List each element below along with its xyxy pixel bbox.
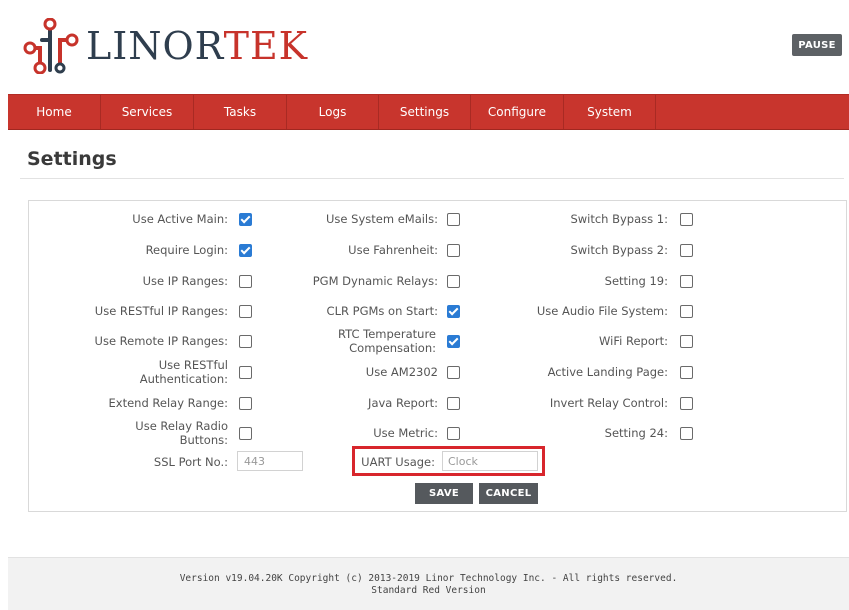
checkbox-setting-19[interactable] bbox=[680, 275, 693, 288]
checkbox-use-ip-ranges[interactable] bbox=[239, 275, 252, 288]
checkbox-active-landing-page[interactable] bbox=[680, 366, 693, 379]
checkbox-use-restful-authentication[interactable] bbox=[239, 366, 252, 379]
checkbox-use-system-emails[interactable] bbox=[447, 213, 460, 226]
brand-part-1: LINOR bbox=[86, 24, 224, 68]
checkbox-wifi-report[interactable] bbox=[680, 335, 693, 348]
nav-services[interactable]: Services bbox=[101, 95, 194, 129]
setting-label: Use Metric: bbox=[373, 426, 438, 440]
cancel-button[interactable]: CANCEL bbox=[479, 483, 538, 504]
nav-settings[interactable]: Settings bbox=[379, 95, 471, 129]
checkbox-use-restful-ip-ranges[interactable] bbox=[239, 305, 252, 318]
setting-label: Use System eMails: bbox=[326, 212, 438, 226]
checkbox-use-remote-ip-ranges[interactable] bbox=[239, 335, 252, 348]
setting-label: WiFi Report: bbox=[599, 334, 668, 348]
checkbox-rtc-temperature-compensation[interactable] bbox=[447, 335, 460, 348]
setting-label: PGM Dynamic Relays: bbox=[312, 274, 438, 288]
setting-label: Use IP Ranges: bbox=[142, 274, 228, 288]
setting-label: Use Active Main: bbox=[132, 212, 228, 226]
checkbox-require-login[interactable] bbox=[239, 244, 252, 257]
ssl-port-label: SSL Port No.: bbox=[153, 455, 228, 469]
setting-label: Use RESTful Authentication: bbox=[139, 358, 228, 386]
checkbox-use-fahrenheit[interactable] bbox=[447, 244, 460, 257]
checkbox-use-metric[interactable] bbox=[447, 427, 460, 440]
setting-label: Setting 19: bbox=[604, 274, 668, 288]
setting-label: Use Audio File System: bbox=[536, 304, 668, 318]
setting-label: Invert Relay Control: bbox=[549, 396, 668, 410]
setting-label: Java Report: bbox=[368, 396, 438, 410]
checkbox-invert-relay-control[interactable] bbox=[680, 397, 693, 410]
checkbox-java-report[interactable] bbox=[447, 397, 460, 410]
ssl-port-input[interactable] bbox=[237, 451, 303, 471]
setting-label: Setting 24: bbox=[604, 426, 668, 440]
footer-version: Standard Red Version bbox=[371, 585, 486, 596]
setting-label: RTC Temperature Compensation: bbox=[337, 327, 436, 355]
save-button[interactable]: SAVE bbox=[415, 483, 473, 504]
setting-label: Use RESTful IP Ranges: bbox=[94, 304, 228, 318]
setting-label: Extend Relay Range: bbox=[108, 396, 228, 410]
brand-name: LINORTEK bbox=[86, 27, 308, 65]
setting-label: Active Landing Page: bbox=[547, 365, 668, 379]
checkbox-use-am2302[interactable] bbox=[447, 366, 460, 379]
setting-label: Switch Bypass 1: bbox=[570, 212, 668, 226]
nav-tasks[interactable]: Tasks bbox=[194, 95, 287, 129]
checkbox-setting-24[interactable] bbox=[680, 427, 693, 440]
checkbox-switch-bypass-1[interactable] bbox=[680, 213, 693, 226]
setting-label: Use Relay Radio Buttons: bbox=[135, 419, 228, 447]
checkbox-pgm-dynamic-relays[interactable] bbox=[447, 275, 460, 288]
nav-configure[interactable]: Configure bbox=[471, 95, 564, 129]
divider bbox=[20, 178, 844, 179]
setting-label: Use Fahrenheit: bbox=[348, 243, 438, 257]
nav-home[interactable]: Home bbox=[8, 95, 101, 129]
checkbox-extend-relay-range[interactable] bbox=[239, 397, 252, 410]
uart-usage-label: UART Usage: bbox=[361, 455, 435, 469]
checkbox-use-audio-file-system[interactable] bbox=[680, 305, 693, 318]
brand-part-2: TEK bbox=[223, 24, 309, 68]
setting-label: Require Login: bbox=[145, 243, 228, 257]
page-title: Settings bbox=[27, 148, 117, 170]
setting-label: CLR PGMs on Start: bbox=[326, 304, 438, 318]
setting-label: Use Remote IP Ranges: bbox=[94, 334, 228, 348]
checkbox-clr-pgms-on-start[interactable] bbox=[447, 305, 460, 318]
pause-button[interactable]: PAUSE bbox=[792, 34, 842, 56]
uart-usage-input[interactable] bbox=[442, 451, 538, 471]
nav-logs[interactable]: Logs bbox=[287, 95, 379, 129]
setting-label: Switch Bypass 2: bbox=[570, 243, 668, 257]
checkbox-use-active-main[interactable] bbox=[239, 213, 252, 226]
checkbox-use-relay-radio-buttons[interactable] bbox=[239, 427, 252, 440]
setting-label: Use AM2302 bbox=[365, 365, 438, 379]
checkbox-switch-bypass-2[interactable] bbox=[680, 244, 693, 257]
header: LINORTEK PAUSE bbox=[0, 0, 849, 94]
circuit-logo-icon bbox=[23, 18, 79, 74]
linortek-logo[interactable]: LINORTEK bbox=[22, 18, 308, 74]
footer-copyright: Version v19.04.20K Copyright (c) 2013-20… bbox=[179, 573, 678, 584]
main-nav: Home Services Tasks Logs Settings Config… bbox=[8, 94, 849, 130]
nav-system[interactable]: System bbox=[564, 95, 656, 129]
